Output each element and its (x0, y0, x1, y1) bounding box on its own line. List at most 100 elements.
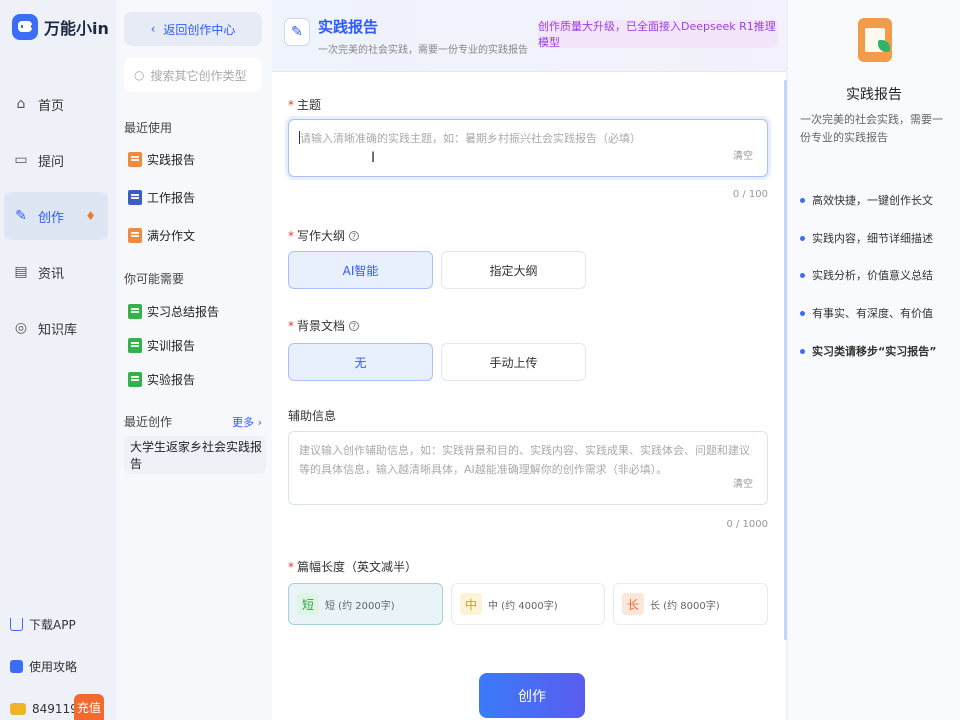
length-short-option[interactable]: 短 短 (约 2000字) (288, 583, 443, 625)
left-nav: 万能小in ⌂ 首页 ▭ 提问 ✎ 创作 ♦ ▤ 资讯 ◎ 知识库 下载APP … (0, 0, 116, 720)
robot-logo-icon (12, 14, 38, 40)
medium-badge: 中 (460, 593, 482, 615)
nav-item-label: 知识库 (38, 322, 78, 338)
sub-item-work-report[interactable]: 工作报告 (128, 189, 195, 206)
aux-label: 辅助信息 (288, 409, 337, 423)
pen-icon: ✎ (15, 208, 27, 224)
document-icon (128, 372, 142, 387)
nav-item-label: 提问 (38, 154, 65, 170)
info-point: 实践分析，价值意义总结 (800, 267, 933, 283)
search-icon: ○ (134, 68, 145, 82)
document-icon (128, 228, 142, 243)
help-icon[interactable]: ? (349, 231, 360, 241)
sub-item-practice-report[interactable]: 实践报告 (128, 151, 195, 168)
aux-input[interactable]: 建议输入创作辅助信息，如：实践背景和目的、实践内容、实践成果、实践体会、问题和建… (288, 431, 768, 505)
sub-item-label: 实践报告 (147, 153, 196, 167)
nav-item-create[interactable]: ✎ 创作 ♦ (4, 192, 108, 240)
length-label: * 篇幅长度（英文减半） (288, 560, 418, 574)
main-form: ✎ 实践报告 一次完美的社会实践，需要一份专业的实践报告 创作质量大升级，已全面… (272, 0, 786, 720)
topic-label: * 主题 (288, 98, 322, 112)
bullet-icon (800, 197, 805, 203)
background-label: * 背景文档? (288, 317, 360, 334)
page-title: 实践报告 (318, 18, 379, 36)
document-icon (128, 304, 142, 319)
scrollbar[interactable] (784, 80, 787, 640)
promo-banner[interactable]: 创作质量大升级，已全面接入Deepseek R1推理模型 (538, 20, 778, 49)
bullet-icon (800, 235, 805, 241)
sub-item-lab-report[interactable]: 实验报告 (128, 371, 195, 388)
coin-icon (10, 703, 26, 715)
topic-placeholder: 请输入清晰准确的实践主题，如：暑期乡村振兴社会实践报告（必填） (300, 132, 641, 145)
chevron-left-icon: ‹ (150, 22, 156, 36)
outline-ai-option[interactable]: AI智能 (288, 251, 433, 289)
knowledge-icon: ◎ (14, 320, 28, 336)
sub-item-label: 工作报告 (147, 191, 196, 205)
fire-icon: ♦ (85, 209, 96, 223)
info-point: 高效快捷，一键创作长文 (800, 192, 933, 208)
text-cursor-icon: I (371, 150, 376, 166)
document-edit-icon: ✎ (284, 18, 310, 46)
nav-item-label: 创作 (38, 210, 65, 226)
maybe-need-title: 你可能需要 (124, 272, 185, 286)
more-link[interactable]: 更多 › (232, 414, 262, 430)
home-icon: ⌂ (16, 96, 26, 112)
sub-item-label: 实验报告 (147, 373, 196, 387)
length-text: 短 (约 2000字) (325, 600, 395, 612)
topic-input[interactable]: 请输入清晰准确的实践主题，如：暑期乡村振兴社会实践报告（必填） 清空 (288, 119, 768, 177)
background-none-option[interactable]: 无 (288, 343, 433, 381)
nav-item-knowledge[interactable]: ◎ 知识库 (4, 304, 108, 352)
info-point-internship[interactable]: 实习类请移步“实习报告” (800, 343, 936, 359)
type-search-input[interactable]: ○ 搜索其它创作类型 (124, 58, 262, 92)
creation-sidebar: ‹ 返回创作中心 ○ 搜索其它创作类型 最近使用 实践报告 工作报告 满分作文 … (116, 0, 272, 720)
info-desc: 一次完美的社会实践，需要一份专业的实践报告 (800, 113, 943, 144)
outline-custom-option[interactable]: 指定大纲 (441, 251, 586, 289)
logo-text: 万能小in (44, 19, 109, 38)
topic-clear-button[interactable]: 清空 (733, 147, 753, 166)
topic-counter: 0 / 100 (732, 189, 768, 200)
nav-item-label: 资讯 (38, 266, 65, 282)
recent-created-item[interactable]: 大学生返家乡社会实践报告 (124, 436, 266, 474)
back-to-center-button[interactable]: ‹ 返回创作中心 (124, 12, 262, 46)
document-icon (128, 190, 142, 205)
back-label: 返回创作中心 (163, 22, 236, 37)
guide-icon (10, 660, 23, 673)
chat-icon: ▭ (14, 152, 28, 168)
nav-item-home[interactable]: ⌂ 首页 (4, 80, 108, 128)
aux-clear-button[interactable]: 清空 (733, 475, 753, 494)
length-long-option[interactable]: 长 长 (约 8000字) (613, 583, 768, 625)
download-icon (10, 618, 23, 631)
bullet-icon (800, 348, 805, 354)
sub-item-internship-summary[interactable]: 实习总结报告 (128, 303, 219, 320)
length-medium-option[interactable]: 中 中 (约 4000字) (451, 583, 605, 625)
nav-item-ask[interactable]: ▭ 提问 (4, 136, 108, 184)
info-point: 实践内容，细节详细描述 (800, 230, 933, 246)
info-panel: 实践报告 一次完美的社会实践，需要一份专业的实践报告 高效快捷，一键创作长文 实… (788, 0, 960, 720)
nav-item-news[interactable]: ▤ 资讯 (4, 248, 108, 296)
background-upload-option[interactable]: 手动上传 (441, 343, 586, 381)
download-app-label: 下载APP (29, 618, 76, 632)
sub-item-label: 实训报告 (147, 339, 196, 353)
recent-created-title: 最近创作 (124, 415, 173, 429)
sub-item-essay[interactable]: 满分作文 (128, 227, 195, 244)
aux-placeholder: 建议输入创作辅助信息，如：实践背景和目的、实践内容、实践成果、实践体会、问题和建… (299, 444, 750, 476)
create-button[interactable]: 创作 (479, 673, 585, 718)
recent-used-title: 最近使用 (124, 121, 173, 135)
sub-item-label: 实习总结报告 (147, 305, 220, 319)
logo[interactable]: 万能小in (12, 14, 109, 40)
recharge-button[interactable]: 充值 (74, 694, 104, 720)
sub-item-training-report[interactable]: 实训报告 (128, 337, 195, 354)
news-icon: ▤ (14, 264, 28, 280)
bullet-icon (800, 310, 805, 316)
length-text: 长 (约 8000字) (650, 600, 720, 612)
document-icon (128, 152, 142, 167)
help-icon[interactable]: ? (349, 321, 360, 331)
short-badge: 短 (297, 593, 319, 615)
search-placeholder: 搜索其它创作类型 (150, 68, 247, 83)
download-app-link[interactable]: 下载APP (10, 616, 76, 633)
info-title: 实践报告 (846, 87, 902, 103)
document-icon (128, 338, 142, 353)
guide-link[interactable]: 使用攻略 (10, 658, 77, 675)
nav-item-label: 首页 (38, 98, 65, 114)
form-header: ✎ 实践报告 一次完美的社会实践，需要一份专业的实践报告 创作质量大升级，已全面… (272, 0, 786, 72)
outline-label: * 写作大纲? (288, 227, 360, 244)
